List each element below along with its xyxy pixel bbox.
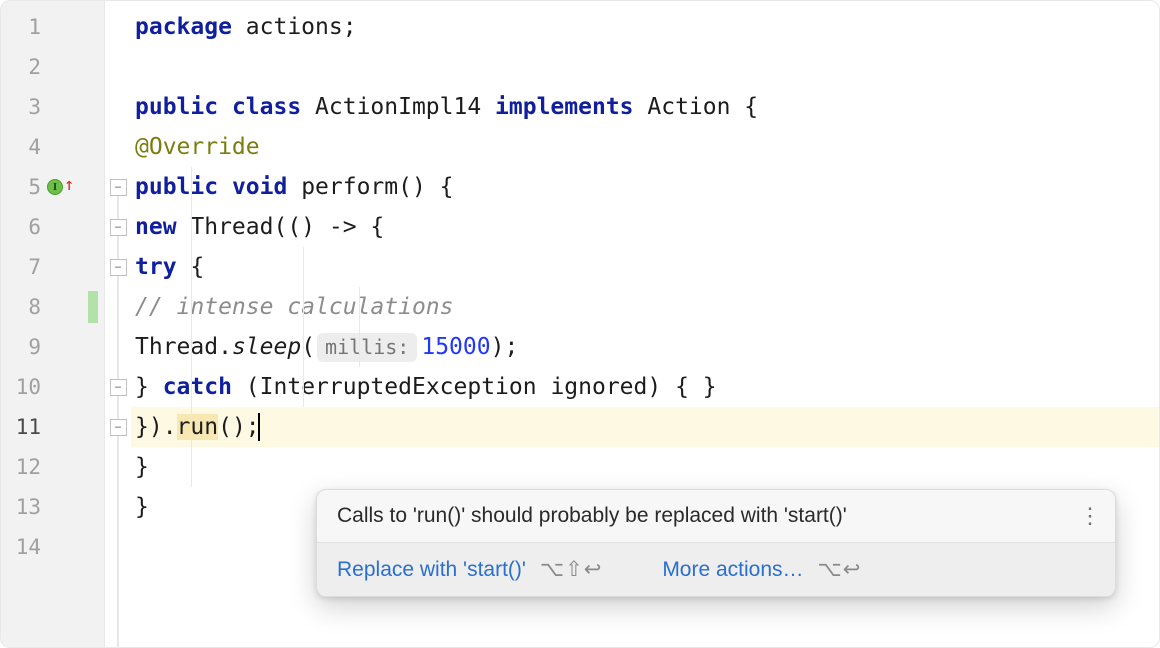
inspection-message: Calls to 'run()' should probably be repl…	[337, 504, 847, 527]
line-number: 4	[1, 135, 41, 159]
code-line[interactable]: }	[131, 447, 1159, 487]
code-line[interactable]: new Thread(() -> {	[131, 207, 1159, 247]
code-line[interactable]: package actions;	[131, 7, 1159, 47]
code-line[interactable]: public class ActionImpl14 implements Act…	[131, 87, 1159, 127]
fold-toggle-icon[interactable]: −	[110, 219, 127, 236]
shortcut-hint: ⌥⇧↩	[540, 557, 602, 582]
code-line-active[interactable]: }).run();	[131, 407, 1159, 447]
shortcut-hint: ⌥↩	[818, 557, 862, 582]
line-number: 13	[1, 495, 41, 519]
line-number: 1	[1, 15, 41, 39]
inlay-parameter-hint: millis:	[317, 333, 417, 362]
line-number: 11	[1, 415, 41, 439]
code-line[interactable]: @Override	[131, 127, 1159, 167]
line-number: 12	[1, 455, 41, 479]
inspection-popup: Calls to 'run()' should probably be repl…	[316, 489, 1116, 597]
line-number: 3	[1, 95, 41, 119]
fold-toggle-icon[interactable]: −	[110, 259, 127, 276]
vcs-change-marker[interactable]	[88, 291, 98, 323]
kebab-menu-icon[interactable]: ⋮	[1079, 505, 1101, 527]
line-number: 10	[1, 375, 41, 399]
line-number: 2	[1, 55, 41, 79]
code-line[interactable]: } catch (InterruptedException ignored) {…	[131, 367, 1159, 407]
line-number: 14	[1, 535, 41, 559]
inspection-warning-span[interactable]: run	[177, 414, 219, 440]
quickfix-primary-action[interactable]: Replace with 'start()'	[337, 558, 526, 582]
line-number: 6	[1, 215, 41, 239]
fold-toggle-icon[interactable]: −	[110, 379, 127, 396]
line-number: 9	[1, 335, 41, 359]
fold-toggle-icon[interactable]: −	[110, 419, 127, 436]
line-number: 7	[1, 255, 41, 279]
line-number: 5	[1, 175, 41, 199]
code-line[interactable]: // intense calculations	[131, 287, 1159, 327]
code-line[interactable]: Thread.sleep(millis:15000);	[131, 327, 1159, 367]
fold-toggle-icon[interactable]: −	[110, 179, 127, 196]
override-gutter-icon[interactable]: I	[47, 179, 63, 195]
gutter: 1 2 3 4 5 I ↑ 6 7 8 9 10 11 12 13 14	[1, 1, 105, 647]
more-actions-link[interactable]: More actions…	[662, 558, 803, 582]
line-number: 8	[1, 295, 41, 319]
code-line[interactable]: public void perform() {	[131, 167, 1159, 207]
code-line[interactable]: try {	[131, 247, 1159, 287]
up-arrow-icon: ↑	[64, 177, 74, 194]
text-caret	[258, 413, 260, 441]
code-line[interactable]	[131, 47, 1159, 87]
fold-strip: − − − − −	[105, 1, 131, 647]
